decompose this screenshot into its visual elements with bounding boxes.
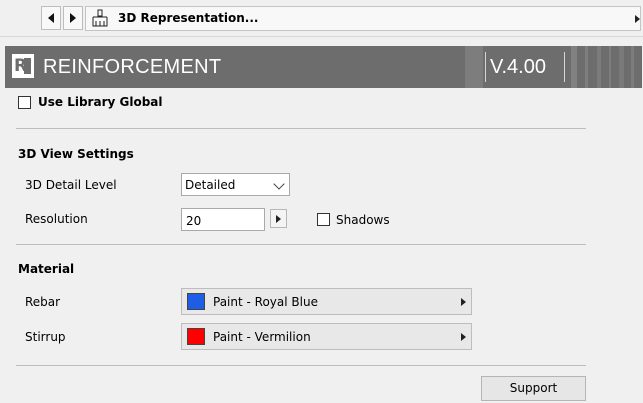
detail-level-label: 3D Detail Level (25, 178, 117, 192)
detail-level-select[interactable]: Detailed (181, 173, 290, 196)
stirrup-material-value: Paint - Vermilion (213, 330, 311, 344)
detail-level-value: Detailed (185, 178, 236, 192)
use-library-global-checkbox[interactable] (18, 96, 31, 109)
rebar-label: Rebar (25, 295, 61, 309)
navigation-bar: 3D Representation... (0, 0, 643, 37)
chevron-right-icon (276, 214, 281, 223)
dropdown-arrow-icon (635, 15, 640, 23)
shadows-label: Shadows (336, 213, 390, 227)
stirrup-material-picker[interactable]: Paint - Vermilion (181, 323, 472, 350)
product-banner: R REINFORCEMENT V.4.00 (5, 46, 642, 88)
chevron-right-icon (461, 298, 466, 306)
version-label: V.4.00 (490, 56, 546, 78)
product-title: REINFORCEMENT (43, 56, 222, 78)
resolution-input[interactable]: 20 (181, 208, 265, 231)
rebar-material-value: Paint - Royal Blue (213, 295, 318, 309)
resolution-label: Resolution (25, 212, 88, 226)
brush-icon (92, 9, 108, 27)
divider (16, 128, 586, 129)
shadows-checkbox[interactable] (317, 213, 330, 226)
forward-button[interactable] (63, 6, 83, 30)
rebar-color-swatch (187, 293, 205, 310)
page-title: 3D Representation... (118, 11, 259, 25)
back-button[interactable] (41, 6, 61, 30)
use-library-global-label: Use Library Global (38, 95, 163, 109)
divider (16, 365, 586, 366)
stirrup-label: Stirrup (25, 330, 66, 344)
resolution-stepper[interactable] (270, 209, 287, 228)
divider (16, 244, 586, 245)
chevron-left-icon (48, 13, 54, 23)
chevron-down-icon (273, 178, 285, 190)
brand-logo: R (12, 54, 34, 78)
chevron-right-icon (70, 13, 76, 23)
chevron-right-icon (461, 333, 466, 341)
section-title-3d-view: 3D View Settings (18, 147, 134, 161)
stirrup-color-swatch (187, 328, 205, 345)
rebar-material-picker[interactable]: Paint - Royal Blue (181, 288, 472, 315)
resolution-value: 20 (186, 214, 202, 228)
page-selector[interactable]: 3D Representation... (85, 6, 641, 31)
section-title-material: Material (18, 262, 75, 276)
support-button[interactable]: Support (481, 376, 586, 401)
